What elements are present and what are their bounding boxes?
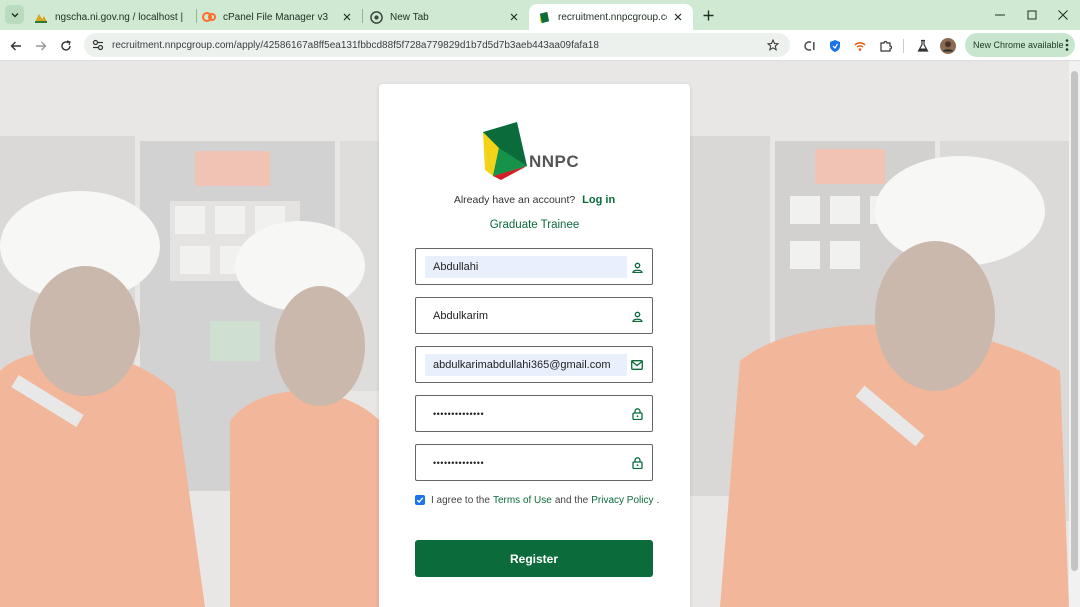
password-input[interactable]: •••••••••••••• bbox=[425, 403, 627, 425]
maximize-icon bbox=[1027, 10, 1037, 20]
login-link[interactable]: Log in bbox=[582, 194, 615, 206]
position-title: Graduate Trainee bbox=[489, 219, 580, 231]
tab-title: New Tab bbox=[390, 11, 429, 23]
close-tab-icon[interactable] bbox=[671, 10, 685, 24]
password-field[interactable]: •••••••••••••• bbox=[415, 395, 653, 432]
agree-middle: and the bbox=[554, 494, 589, 506]
address-bar[interactable]: recruitment.nnpcgroup.com/apply/42586167… bbox=[84, 33, 790, 57]
tab-ngscha[interactable]: ngscha.ni.gov.ng / localhost | p bbox=[26, 4, 194, 30]
registration-card: NNPC Already have an account? Log in Gra… bbox=[379, 84, 690, 607]
tab-nnpc-recruitment[interactable]: recruitment.nnpcgroup.com/ap bbox=[529, 4, 693, 30]
back-button[interactable] bbox=[6, 36, 26, 56]
logo-text: NNPC bbox=[529, 152, 580, 171]
arrow-right-icon bbox=[36, 41, 47, 51]
profile-avatar[interactable] bbox=[939, 37, 957, 55]
terms-agreement: I agree to the Terms of Use and the Priv… bbox=[415, 493, 662, 507]
page-scrollbar[interactable] bbox=[1069, 61, 1080, 607]
page-viewport: NNPC Already have an account? Log in Gra… bbox=[0, 61, 1080, 607]
tab-title: cPanel File Manager v3 bbox=[223, 11, 329, 23]
bookmark-star-icon[interactable] bbox=[764, 36, 782, 54]
last-name-input[interactable]: Abdulkarim bbox=[425, 305, 627, 327]
close-icon bbox=[1058, 10, 1068, 20]
scrollbar-thumb[interactable] bbox=[1071, 71, 1078, 571]
first-name-input[interactable]: Abdullahi bbox=[425, 256, 627, 278]
nnpc-logo: NNPC bbox=[481, 120, 591, 182]
terms-checkbox[interactable] bbox=[415, 495, 425, 505]
user-icon bbox=[630, 260, 644, 274]
arrow-left-icon bbox=[10, 41, 21, 51]
last-name-field[interactable]: Abdulkarim bbox=[415, 297, 653, 334]
update-chip-label: New Chrome available bbox=[973, 40, 1064, 50]
close-tab-icon[interactable] bbox=[507, 10, 521, 24]
more-vertical-icon bbox=[1065, 39, 1069, 51]
forward-button[interactable] bbox=[31, 36, 51, 56]
terms-of-use-link[interactable]: Terms of Use bbox=[493, 495, 552, 506]
puzzle-extensions-icon[interactable] bbox=[877, 37, 895, 55]
lock-icon bbox=[630, 407, 644, 421]
close-window-button[interactable] bbox=[1046, 0, 1080, 30]
email-input[interactable]: abdulkarimabdullahi365@gmail.com bbox=[425, 354, 627, 376]
minimize-icon bbox=[995, 14, 1005, 16]
close-tab-icon[interactable] bbox=[340, 10, 354, 24]
reload-icon bbox=[61, 40, 71, 51]
chevron-down-icon bbox=[11, 12, 18, 17]
user-icon bbox=[630, 309, 644, 323]
agree-suffix: . bbox=[656, 494, 660, 506]
ngscha-favicon-icon bbox=[34, 10, 48, 24]
tab-new-tab[interactable]: New Tab bbox=[361, 4, 529, 30]
mail-icon bbox=[630, 358, 644, 372]
email-field[interactable]: abdulkarimabdullahi365@gmail.com bbox=[415, 346, 653, 383]
tab-title: recruitment.nnpcgroup.com/ap bbox=[558, 11, 667, 23]
extension-ci-icon[interactable] bbox=[801, 37, 819, 55]
first-name-field[interactable]: Abdullahi bbox=[415, 248, 653, 285]
tab-cpanel[interactable]: cPanel File Manager v3 bbox=[194, 4, 362, 30]
browser-tab-strip: ngscha.ni.gov.ng / localhost | p cPanel … bbox=[0, 0, 1080, 30]
toolbar-divider bbox=[903, 39, 904, 53]
register-button[interactable]: Register bbox=[415, 540, 653, 577]
minimize-button[interactable] bbox=[983, 0, 1017, 30]
confirm-password-field[interactable]: •••••••••••••• bbox=[415, 444, 653, 481]
reload-button[interactable] bbox=[56, 36, 76, 56]
wifi-extension-icon[interactable] bbox=[851, 37, 869, 55]
url-text: recruitment.nnpcgroup.com/apply/42586167… bbox=[112, 39, 599, 51]
plus-icon bbox=[703, 10, 713, 20]
privacy-policy-link[interactable]: Privacy Policy bbox=[591, 495, 653, 506]
checkmark-icon bbox=[416, 497, 424, 504]
chrome-favicon-icon bbox=[369, 10, 383, 24]
browser-toolbar: recruitment.nnpcgroup.com/apply/42586167… bbox=[0, 30, 1080, 61]
login-prompt-text: Already have an account? bbox=[453, 194, 576, 206]
login-prompt: Already have an account? Log in bbox=[379, 194, 690, 206]
confirm-password-input[interactable]: •••••••••••••• bbox=[425, 452, 627, 474]
site-info-icon[interactable] bbox=[90, 37, 106, 53]
lock-icon bbox=[630, 456, 644, 470]
tab-search-button[interactable] bbox=[5, 5, 24, 24]
cpanel-favicon-icon bbox=[202, 10, 216, 24]
maximize-button[interactable] bbox=[1015, 0, 1049, 30]
agree-prefix: I agree to the bbox=[431, 494, 490, 506]
nnpc-favicon-icon bbox=[537, 10, 551, 24]
new-tab-button[interactable] bbox=[699, 6, 717, 24]
labs-flask-icon[interactable] bbox=[914, 37, 932, 55]
chrome-update-chip[interactable]: New Chrome available bbox=[965, 33, 1075, 57]
tab-title: ngscha.ni.gov.ng / localhost | p bbox=[55, 11, 186, 23]
shield-extension-icon[interactable] bbox=[826, 37, 844, 55]
